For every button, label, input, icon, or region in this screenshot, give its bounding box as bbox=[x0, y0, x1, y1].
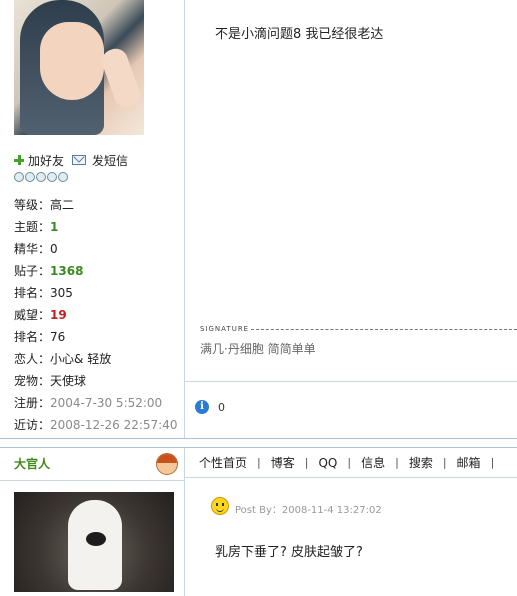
post1-message: 不是小滴问题8 我已经很老达 bbox=[215, 27, 384, 42]
nav-separator: | bbox=[442, 456, 447, 469]
stat-label: 等级： bbox=[14, 198, 51, 212]
stat-row: 等级：高二 bbox=[14, 194, 177, 216]
stat-label: 近访： bbox=[14, 418, 51, 432]
stat-value: 高二 bbox=[50, 198, 75, 212]
stat-row: 贴子：1368 bbox=[14, 260, 177, 282]
nav-separator: | bbox=[304, 456, 309, 469]
nav-link[interactable]: 邮箱 bbox=[457, 454, 481, 471]
stat-row: 威望：19 bbox=[14, 304, 177, 326]
nav-separator: | bbox=[490, 456, 495, 469]
stat-label: 恋人： bbox=[14, 352, 51, 366]
rank-star-icon bbox=[47, 172, 57, 182]
stat-label: 排名： bbox=[14, 286, 51, 300]
nav-link[interactable]: 个性首页 bbox=[199, 454, 247, 471]
stat-label: 宠物： bbox=[14, 374, 51, 388]
nav-separator: | bbox=[257, 456, 261, 469]
user-stats: 等级：高二 主题：1 精华：0 贴子：1368 排名：305 威望：19 排名：76 恋人：小… bbox=[14, 194, 177, 436]
info-count: 0 bbox=[218, 401, 225, 414]
stat-label: 排名： bbox=[14, 330, 51, 344]
user-head-icon bbox=[156, 453, 178, 475]
stat-label: 威望： bbox=[14, 308, 51, 322]
stat-row: 恋人：小心& 轻放 bbox=[14, 348, 177, 370]
signature-divider: SIGNATURE bbox=[200, 324, 517, 334]
post1-content bbox=[185, 0, 517, 438]
stat-value: 0 bbox=[50, 242, 58, 256]
nav-link[interactable]: QQ bbox=[318, 456, 337, 470]
stat-label: 精华： bbox=[14, 242, 51, 256]
stat-row: 排名：76 bbox=[14, 326, 177, 348]
post1-footer-divider bbox=[185, 381, 517, 382]
signature-label: SIGNATURE bbox=[200, 325, 250, 333]
rank-star-icon bbox=[58, 172, 68, 182]
post2-message: 乳房下垂了? 皮肤起皱了? bbox=[215, 545, 363, 560]
nav-link[interactable]: 博客 bbox=[271, 454, 295, 471]
stat-value: 19 bbox=[50, 308, 67, 322]
user-avatar-photo[interactable] bbox=[14, 0, 144, 135]
nav-link[interactable]: 信息 bbox=[361, 454, 385, 471]
stat-value: 2004-7-30 5:52:00 bbox=[50, 396, 163, 410]
stat-row: 精华：0 bbox=[14, 238, 177, 260]
stat-row: 主题：1 bbox=[14, 216, 177, 238]
stat-row: 宠物：天使球 bbox=[14, 370, 177, 392]
post2-username[interactable]: 大官人 bbox=[14, 455, 50, 472]
info-icon[interactable]: i bbox=[195, 400, 209, 414]
stat-row: 注册：2004-7-30 5:52:00 bbox=[14, 392, 177, 414]
stat-value: 天使球 bbox=[50, 374, 87, 388]
user-avatar-photo[interactable] bbox=[14, 492, 174, 592]
stat-row: 排名：305 bbox=[14, 282, 177, 304]
stat-value: 1368 bbox=[50, 264, 84, 278]
stat-value: 小心& 轻放 bbox=[50, 352, 112, 366]
post-separator bbox=[0, 438, 517, 448]
stat-label: 贴子： bbox=[14, 264, 51, 278]
post2-sidebar-divider bbox=[0, 480, 184, 481]
nav-separator: | bbox=[347, 456, 352, 469]
stat-value: 76 bbox=[50, 330, 66, 344]
smiley-icon bbox=[211, 497, 229, 515]
stat-label: 主题： bbox=[14, 220, 51, 234]
nav-separator: | bbox=[395, 456, 399, 469]
add-friend-link[interactable]: 加好友 bbox=[14, 152, 64, 168]
post2-user-nav: 个性首页 | 博客 | QQ | 信息 | 搜索 | 邮箱 | bbox=[185, 448, 517, 478]
rank-stars bbox=[14, 172, 68, 182]
rank-star-icon bbox=[25, 172, 35, 182]
rank-star-icon bbox=[36, 172, 46, 182]
plus-icon bbox=[14, 155, 24, 165]
nav-link[interactable]: 搜索 bbox=[409, 454, 433, 471]
stat-value: 2008-12-26 22:57:40 bbox=[50, 418, 178, 432]
signature-text: 满几·丹细胞 简简单单 bbox=[200, 342, 316, 356]
post-timestamp: Post By：2008-11-4 13:27:02 bbox=[235, 505, 382, 516]
stat-value: 305 bbox=[50, 286, 73, 300]
envelope-icon bbox=[72, 155, 86, 165]
rank-star-icon bbox=[14, 172, 24, 182]
stat-label: 注册： bbox=[14, 396, 51, 410]
stat-row: 近访：2008-12-26 22:57:40 bbox=[14, 414, 177, 436]
stat-value: 1 bbox=[50, 220, 59, 234]
send-message-link[interactable]: 发短信 bbox=[72, 152, 128, 168]
